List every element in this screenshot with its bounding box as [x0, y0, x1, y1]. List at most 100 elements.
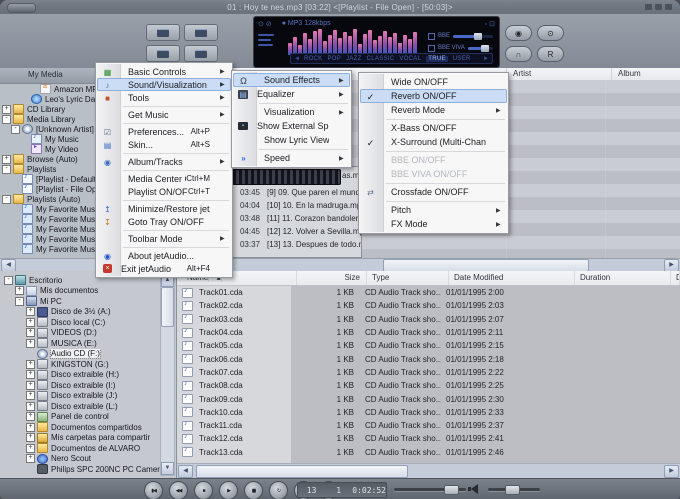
- expand-toggle-icon[interactable]: +: [26, 391, 35, 400]
- tree-item[interactable]: [Playlist - File Op: [0, 184, 95, 194]
- column-header-artist[interactable]: Artist: [506, 68, 611, 80]
- tree-item[interactable]: My Favorite Musi: [0, 224, 95, 234]
- folder-tree-item[interactable]: + Disco extraible (H:): [2, 370, 161, 381]
- tree-item[interactable]: My Favorite Musi: [0, 244, 95, 254]
- file-row[interactable]: Track01.cda 1 KB CD Audio Track sho... 0…: [177, 286, 680, 299]
- rewind-button[interactable]: ◀◀: [169, 481, 188, 499]
- menu-item[interactable]: ♪ Sound/Visualization ▶: [96, 78, 232, 91]
- column-header-date-modified[interactable]: Date Modified: [449, 271, 575, 285]
- tree-item[interactable]: [Playlist - Default: [0, 174, 95, 184]
- menu-item[interactable]: X-Bass ON/OFF: [359, 121, 508, 135]
- expand-toggle-icon[interactable]: +: [26, 423, 35, 432]
- expand-toggle-icon[interactable]: -: [2, 195, 11, 204]
- expand-toggle-icon[interactable]: +: [2, 105, 11, 114]
- column-header-size[interactable]: Size: [297, 271, 367, 285]
- toolbar-button-1[interactable]: [146, 24, 180, 41]
- expand-toggle-icon[interactable]: +: [15, 286, 24, 295]
- file-list-hscrollbar[interactable]: ◀ ▶: [177, 463, 680, 478]
- expand-toggle-icon[interactable]: +: [26, 402, 35, 411]
- file-row[interactable]: Track12.cda 1 KB CD Audio Track sho... 0…: [177, 432, 680, 445]
- explorer-vscrollbar[interactable]: ▲ ▼: [160, 273, 175, 476]
- tree-item[interactable]: My Favorite Musi: [0, 204, 95, 214]
- expand-toggle-icon[interactable]: -: [2, 165, 11, 174]
- lcd-left-icons[interactable]: ⊙ ⊘: [258, 20, 272, 28]
- folder-tree-item[interactable]: Philips SPC 200NC PC Camera #3: [2, 464, 161, 474]
- record-button[interactable]: R: [537, 46, 564, 62]
- toolbar-button-3[interactable]: [146, 45, 180, 62]
- preset-left-arrow-icon[interactable]: ◄: [294, 56, 300, 62]
- expand-toggle-icon[interactable]: +: [26, 328, 35, 337]
- folder-tree-item[interactable]: + KINGSTON (G:): [2, 359, 161, 370]
- expand-toggle-icon[interactable]: -: [11, 125, 20, 134]
- expand-toggle-icon[interactable]: -: [15, 297, 24, 306]
- playlist-item[interactable]: 03:37 [13] 13. Despues de todo.mp3: [232, 238, 361, 251]
- power-button[interactable]: ⊙: [537, 25, 564, 41]
- playlist-item[interactable]: 03:45 [9] 09. Que paren el mundo.mp3: [232, 186, 361, 199]
- folder-tree-item[interactable]: + Disco local (C:): [2, 317, 161, 328]
- eq-preset[interactable]: POP: [328, 56, 342, 62]
- file-row[interactable]: Track02.cda 1 KB CD Audio Track sho... 0…: [177, 299, 680, 312]
- expand-toggle-icon[interactable]: +: [26, 444, 35, 453]
- title-bar[interactable]: 01 : Hoy te nes.mp3 [03:22] <[Playlist -…: [0, 0, 680, 14]
- file-row[interactable]: Track03.cda 1 KB CD Audio Track sho... 0…: [177, 313, 680, 326]
- expand-toggle-icon[interactable]: +: [26, 307, 35, 316]
- expand-toggle-icon[interactable]: +: [26, 433, 35, 442]
- scrollbar-thumb[interactable]: [161, 287, 174, 327]
- folder-tree-item[interactable]: + Documentos compartidos: [2, 422, 161, 433]
- menu-item[interactable]: Ω Sound Effects ▶: [232, 73, 351, 87]
- folder-tree-item[interactable]: + Disco de 3½ (A:): [2, 307, 161, 318]
- preset-right-arrow-icon[interactable]: ►: [483, 56, 489, 62]
- bbe-checkbox[interactable]: [428, 33, 435, 40]
- file-row[interactable]: Track09.cda 1 KB CD Audio Track sho... 0…: [177, 392, 680, 405]
- expand-toggle-icon[interactable]: +: [26, 318, 35, 327]
- folder-tree-item[interactable]: + Panel de control: [2, 412, 161, 423]
- menu-item[interactable]: BBE ON/OFF: [359, 153, 508, 167]
- menu-item[interactable]: Wide ON/OFF: [359, 75, 508, 89]
- eq-preset[interactable]: USER: [453, 56, 471, 62]
- expand-toggle-icon[interactable]: +: [26, 454, 35, 463]
- toolbar-button-2[interactable]: [184, 24, 218, 41]
- minimize-icon[interactable]: [645, 4, 652, 10]
- close-icon[interactable]: [665, 4, 672, 10]
- folder-tree-item[interactable]: + Nero Scout: [2, 454, 161, 465]
- play-button[interactable]: ▶: [219, 481, 238, 499]
- file-row[interactable]: Track07.cda 1 KB CD Audio Track sho... 0…: [177, 366, 680, 379]
- folder-tree-item[interactable]: + Mis documentos: [2, 286, 161, 297]
- file-row[interactable]: Track08.cda 1 KB CD Audio Track sho... 0…: [177, 379, 680, 392]
- volume-slider[interactable]: [488, 488, 540, 491]
- bbe-viva-checkbox[interactable]: [428, 45, 435, 52]
- tree-item[interactable]: - Playlists: [0, 164, 95, 174]
- stop-button[interactable]: ■: [194, 481, 213, 499]
- expand-toggle-icon[interactable]: +: [26, 339, 35, 348]
- restore-icon[interactable]: [655, 4, 662, 10]
- eq-preset[interactable]: CLASSIC: [367, 56, 395, 62]
- file-row[interactable]: Track04.cda 1 KB CD Audio Track sho... 0…: [177, 326, 680, 339]
- playlist-item[interactable]: 04:45 [12] 12. Volver a Sevilla.mp3: [232, 225, 361, 238]
- expand-toggle-icon[interactable]: -: [2, 115, 11, 124]
- headphone-button[interactable]: ∩: [505, 46, 532, 62]
- lcd-mode-labels[interactable]: [254, 29, 288, 55]
- menu-item[interactable]: × Exit jetAudio Alt+F4: [96, 262, 232, 275]
- menu-item[interactable]: Visualization ▶: [232, 105, 351, 119]
- scroll-left-icon[interactable]: ◀: [178, 465, 193, 478]
- folder-tree-item[interactable]: + VIDEOS (D:): [2, 328, 161, 339]
- tree-item[interactable]: Leo's Lyric Datab: [0, 94, 95, 104]
- eq-preset[interactable]: TRUE: [426, 56, 448, 62]
- folder-tree-item[interactable]: + Disco extraible (I:): [2, 380, 161, 391]
- menu-item[interactable]: ▪ Show External Spectrum Window: [232, 119, 351, 133]
- file-row[interactable]: Track10.cda 1 KB CD Audio Track sho... 0…: [177, 406, 680, 419]
- column-header-dimension[interactable]: Dimensi: [671, 271, 680, 285]
- column-header-duration[interactable]: Duration: [575, 271, 671, 285]
- folder-tree-item[interactable]: + Disco extraible (L:): [2, 401, 161, 412]
- file-row[interactable]: Track13.cda 1 KB CD Audio Track sho... 0…: [177, 446, 680, 459]
- expand-toggle-icon[interactable]: +: [26, 381, 35, 390]
- tree-item[interactable]: My Music: [0, 134, 95, 144]
- folder-tree-item[interactable]: + MUSICA (E:): [2, 338, 161, 349]
- folder-tree-item[interactable]: + Mis carpetas para compartir: [2, 433, 161, 444]
- expand-toggle-icon[interactable]: +: [26, 360, 35, 369]
- repeat-button[interactable]: ↻: [269, 481, 288, 499]
- volume-slider-thumb[interactable]: [505, 485, 520, 495]
- tree-item[interactable]: My Video: [0, 144, 95, 154]
- expand-toggle-icon[interactable]: -: [4, 276, 13, 285]
- expand-toggle-icon[interactable]: +: [26, 370, 35, 379]
